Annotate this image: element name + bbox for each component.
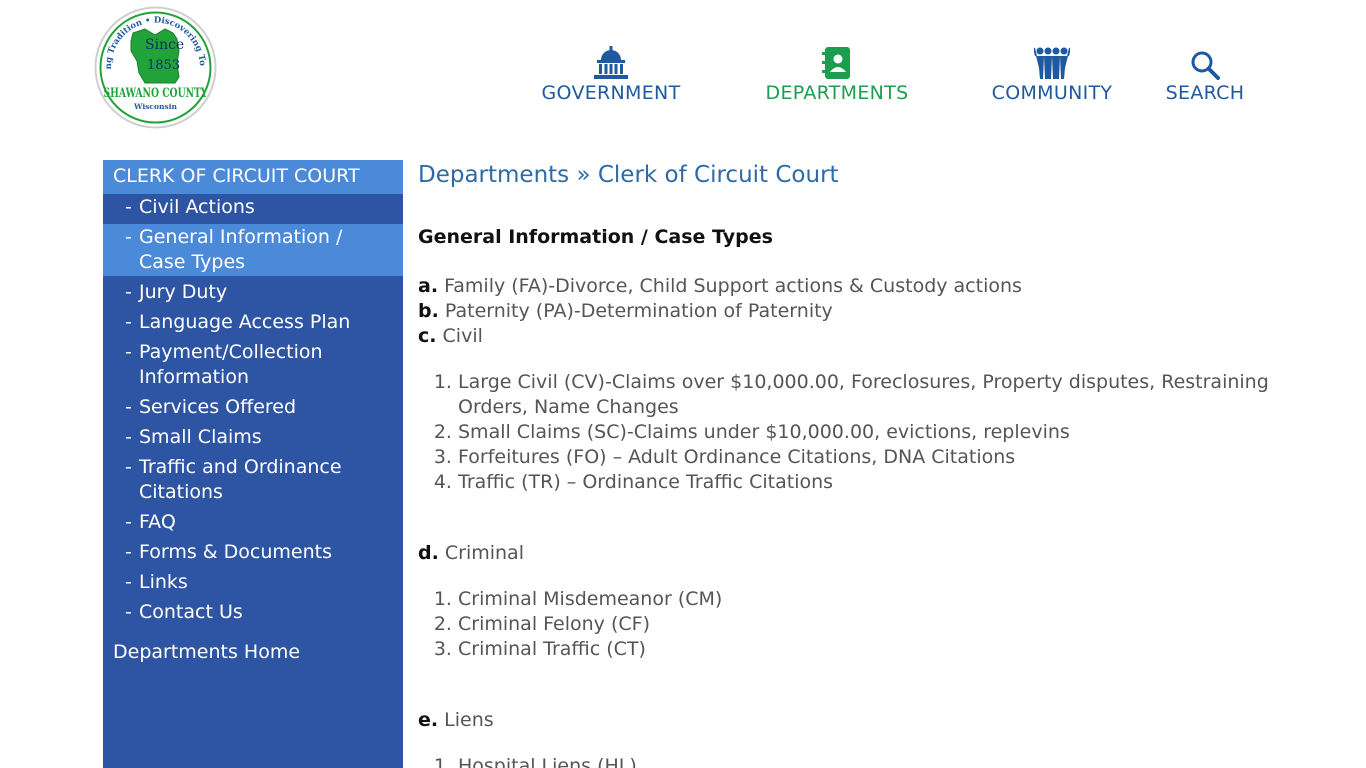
nav-community-label: COMMUNITY: [991, 82, 1113, 104]
sidebar-item-label: Civil Actions: [139, 196, 255, 218]
site-header: Honoring Tradition • Discovering Tomorro…: [0, 0, 1366, 140]
list-item: Criminal Traffic (CT): [458, 637, 1318, 662]
sidebar-item-small-claims[interactable]: - Small Claims: [103, 424, 403, 451]
capitol-building-icon: [530, 44, 692, 80]
sidebar-item-label: Language Access Plan: [139, 311, 351, 333]
nav-community[interactable]: COMMUNITY: [982, 44, 1122, 104]
sidebar-item-label: Traffic and Ordinance Citations: [139, 456, 342, 503]
sidebar-item-label: Links: [139, 571, 188, 593]
list-item: Small Claims (SC)-Claims under $10,000.0…: [458, 420, 1318, 445]
sidebar-item-payment-collection[interactable]: - Payment/Collection Information: [103, 339, 403, 391]
sidebar-item-forms-documents[interactable]: - Forms & Documents: [103, 539, 403, 566]
departments-home-link[interactable]: Departments Home: [103, 639, 403, 665]
civil-sublist: Large Civil (CV)-Claims over $10,000.00,…: [418, 370, 1318, 495]
nav-search-label: SEARCH: [1165, 82, 1245, 104]
nav-government-label: GOVERNMENT: [541, 82, 681, 104]
sidebar-item-label: Jury Duty: [139, 281, 228, 303]
case-type-b: b. Paternity (PA)-Determination of Pater…: [418, 300, 833, 322]
case-type-e: e. Liens: [418, 709, 494, 731]
nav-government[interactable]: GOVERNMENT: [530, 44, 692, 104]
address-book-icon: [754, 44, 920, 80]
case-type-d: d. Criminal: [418, 542, 524, 564]
sidebar-item-contact-us[interactable]: - Contact Us: [103, 599, 403, 626]
sidebar-item-label: Contact Us: [139, 601, 243, 623]
case-type-a: a. Family (FA)-Divorce, Child Support ac…: [418, 275, 1022, 297]
sidebar-item-label: Payment/Collection Information: [139, 341, 323, 388]
list-item: Criminal Felony (CF): [458, 612, 1318, 637]
nav-departments[interactable]: DEPARTMENTS: [754, 44, 920, 104]
sidebar-item-faq[interactable]: - FAQ: [103, 509, 403, 536]
liens-sublist: Hospital Liens (HL): [418, 754, 1318, 768]
sidebar-menu: - Civil Actions - General Information / …: [103, 194, 403, 626]
main-content: Departments » Clerk of Circuit Court Gen…: [418, 160, 1318, 768]
criminal-sublist: Criminal Misdemeanor (CM) Criminal Felon…: [418, 587, 1318, 662]
case-type-list: a. Family (FA)-Divorce, Child Support ac…: [418, 274, 1318, 349]
page-title: General Information / Case Types: [418, 226, 773, 248]
sidebar-item-label: General Information / Case Types: [139, 226, 343, 273]
sidebar-item-civil-actions[interactable]: - Civil Actions: [103, 194, 403, 221]
list-item: Hospital Liens (HL): [458, 754, 1318, 768]
sidebar-title-link[interactable]: CLERK OF CIRCUIT COURT: [103, 160, 403, 194]
sidebar-item-links[interactable]: - Links: [103, 569, 403, 596]
sidebar-item-services-offered[interactable]: - Services Offered: [103, 394, 403, 421]
list-item: Forfeitures (FO) – Adult Ordinance Citat…: [458, 445, 1318, 470]
sidebar-item-traffic-ordinance[interactable]: - Traffic and Ordinance Citations: [103, 454, 403, 506]
sidebar-item-label: Forms & Documents: [139, 541, 332, 563]
sidebar-item-language-access-plan[interactable]: - Language Access Plan: [103, 309, 403, 336]
list-item: Criminal Misdemeanor (CM): [458, 587, 1318, 612]
list-item: Large Civil (CV)-Claims over $10,000.00,…: [458, 370, 1318, 420]
list-item: Traffic (TR) – Ordinance Traffic Citatio…: [458, 470, 1318, 495]
main-navigation: GOVERNMENT DEPARTMENTS COMMUNITY SEARCH: [0, 44, 1366, 114]
case-type-c: c. Civil: [418, 325, 483, 347]
department-sidebar: CLERK OF CIRCUIT COURT - Civil Actions -…: [103, 160, 403, 768]
sidebar-item-label: FAQ: [139, 511, 176, 533]
sidebar-item-label: Services Offered: [139, 396, 297, 418]
sidebar-item-general-information[interactable]: - General Information / Case Types: [103, 224, 403, 276]
magnifier-icon: [1160, 44, 1250, 80]
nav-departments-label: DEPARTMENTS: [765, 82, 909, 104]
breadcrumb: Departments » Clerk of Circuit Court: [418, 162, 839, 188]
people-group-icon: [982, 44, 1122, 80]
sidebar-item-label: Small Claims: [139, 426, 262, 448]
nav-search[interactable]: SEARCH: [1160, 44, 1250, 104]
sidebar-item-jury-duty[interactable]: - Jury Duty: [103, 279, 403, 306]
